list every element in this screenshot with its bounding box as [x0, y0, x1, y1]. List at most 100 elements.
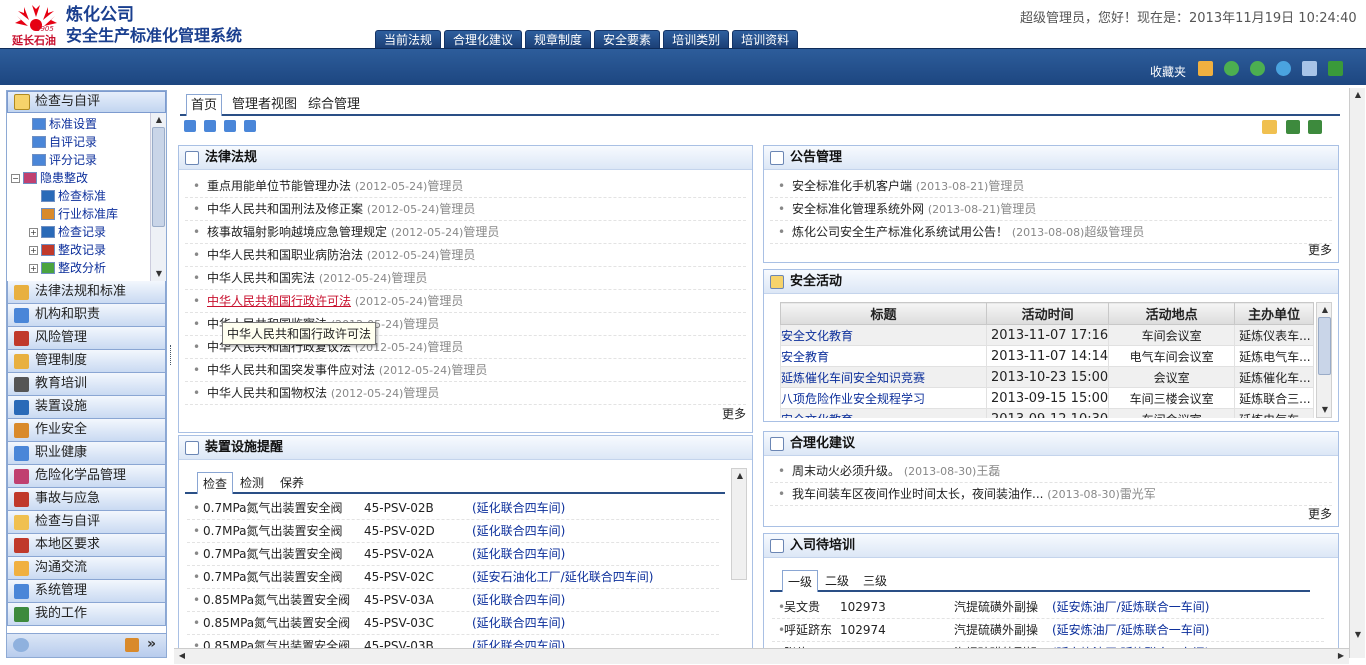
- collapse-icon[interactable]: [185, 440, 199, 455]
- expand-icon[interactable]: +: [29, 245, 38, 255]
- tree-node[interactable]: + 整改记录: [7, 241, 166, 259]
- tree-node[interactable]: 检查标准: [7, 187, 166, 205]
- notice-more-link[interactable]: 更多: [1308, 241, 1332, 258]
- tree-node[interactable]: + 检查记录: [7, 223, 166, 241]
- equipment-row[interactable]: 0.7MPa氮气出装置安全阀 45-PSV-02A (延化联合四车间): [187, 543, 719, 566]
- list-item[interactable]: 中华人民共和国刑法及修正案 (2012-05-24)管理员: [185, 198, 746, 221]
- left-menu-item[interactable]: 沟通交流: [7, 557, 166, 580]
- refresh-icon[interactable]: [1276, 61, 1291, 76]
- left-menu-item[interactable]: 检查与自评: [7, 511, 166, 534]
- tab-level-3[interactable]: 三级: [858, 570, 892, 592]
- logout-icon[interactable]: [1328, 61, 1343, 76]
- table-row[interactable]: 延炼催化车间安全知识竞赛 2013-10-23 15:00 会议室 延炼催化车...: [780, 366, 1314, 388]
- activity-title-link[interactable]: 延炼催化车间安全知识竞赛: [780, 366, 987, 388]
- table-row[interactable]: 安全文化教育 2013-11-07 17:16 车间会议室 延炼仪表车...: [780, 324, 1314, 346]
- left-menu-item[interactable]: 事故与应急: [7, 488, 166, 511]
- col-place[interactable]: 活动地点: [1108, 302, 1236, 325]
- list-item[interactable]: 中华人民共和国物权法 (2012-05-24)管理员: [185, 382, 746, 405]
- tab-manager-view[interactable]: 管理者视图: [228, 94, 301, 116]
- list-item-title[interactable]: 周末动火必须升级。: [792, 464, 900, 478]
- left-menu-item[interactable]: 教育培训: [7, 373, 166, 396]
- scroll-left-icon[interactable]: ◀: [174, 649, 190, 663]
- list-item[interactable]: 中华人民共和国职业病防治法 (2012-05-24)管理员: [185, 244, 746, 267]
- tree-node[interactable]: 标准设置: [7, 115, 166, 133]
- activity-title-link[interactable]: 安全文化教育: [780, 408, 987, 418]
- left-menu-item[interactable]: 本地区要求: [7, 534, 166, 557]
- home-icon[interactable]: [1198, 61, 1213, 76]
- scroll-up-icon[interactable]: ▲: [1317, 303, 1333, 317]
- tab-home[interactable]: 首页: [186, 94, 223, 116]
- training-row[interactable]: 呼延跻东 102974 汽提硫磺外副操 (延安炼油厂/延炼联合一车间): [772, 619, 1324, 642]
- tree-scrollbar[interactable]: ▲ ▼: [150, 113, 166, 281]
- scroll-right-icon[interactable]: ▶: [1333, 649, 1349, 663]
- page-horizontal-scrollbar[interactable]: ◀ ▶: [174, 648, 1349, 664]
- equipment-org-link[interactable]: (延化联合四车间): [472, 497, 565, 519]
- col-title[interactable]: 标题: [780, 302, 987, 325]
- collapse-icon[interactable]: [185, 150, 199, 165]
- table-row[interactable]: 八项危险作业安全规程学习 2013-09-15 15:00 车间三楼会议室 延炼联合三…: [780, 387, 1314, 409]
- col-host[interactable]: 主办单位: [1234, 302, 1314, 325]
- list-item[interactable]: 中华人民共和国宪法 (2012-05-24)管理员: [185, 267, 746, 290]
- expand-chevron-icon[interactable]: »: [147, 636, 156, 652]
- list-item[interactable]: 中华人民共和国行政许可法 (2012-05-24)管理员: [185, 290, 746, 313]
- tree-node[interactable]: 行业标准库: [7, 205, 166, 223]
- equipment-org-link[interactable]: (延化联合四车间): [472, 612, 565, 634]
- collapse-icon[interactable]: [770, 538, 784, 553]
- list-item-title[interactable]: 核事故辐射影响越境应急管理规定: [207, 225, 387, 239]
- tab-maintain[interactable]: 保养: [275, 472, 309, 494]
- tab-level-1[interactable]: 一级: [782, 570, 819, 592]
- dropdown-icon[interactable]: [224, 120, 236, 132]
- top-nav-safety-elements[interactable]: 安全要素: [594, 30, 661, 48]
- table-row[interactable]: 安全教育 2013-11-07 14:14 电气车间会议室 延炼电气车...: [780, 345, 1314, 367]
- equipment-scrollbar[interactable]: ▲: [731, 468, 747, 580]
- new-folder-icon[interactable]: [1262, 120, 1277, 134]
- top-nav-training-material[interactable]: 培训资料: [732, 30, 799, 48]
- equipment-row[interactable]: 0.7MPa氮气出装置安全阀 45-PSV-02C (延安石油化工厂/延化联合四车间…: [187, 566, 719, 589]
- equipment-org-link[interactable]: (延安石油化工厂/延化联合四车间): [472, 566, 653, 588]
- image-view-icon[interactable]: [1308, 120, 1322, 134]
- expand-icon[interactable]: +: [29, 263, 38, 273]
- config-icon[interactable]: [244, 120, 256, 132]
- scroll-up-icon[interactable]: ▲: [732, 469, 748, 483]
- training-row[interactable]: 吴文贵 102973 汽提硫磺外副操 (延安炼油厂/延炼联合一车间): [772, 596, 1324, 619]
- list-item[interactable]: 核事故辐射影响越境应急管理规定 (2012-05-24)管理员: [185, 221, 746, 244]
- top-nav-suggestions[interactable]: 合理化建议: [444, 30, 523, 48]
- briefcase-icon[interactable]: [125, 638, 139, 652]
- tree-scroll-thumb[interactable]: [152, 127, 165, 227]
- tree-node[interactable]: 自评记录: [7, 133, 166, 151]
- equipment-org-link[interactable]: (延化联合四车间): [472, 589, 565, 611]
- list-item-title[interactable]: 我车间装车区夜间作业时间太长，夜间装油作...: [792, 487, 1043, 501]
- list-item-title[interactable]: 中华人民共和国宪法: [207, 271, 315, 285]
- expand-icon[interactable]: +: [29, 227, 38, 237]
- list-item-title[interactable]: 安全标准化手机客户端: [792, 179, 912, 193]
- scroll-up-icon[interactable]: ▲: [1350, 88, 1366, 102]
- left-menu-item[interactable]: 职业健康: [7, 442, 166, 465]
- scroll-down-icon[interactable]: ▼: [1317, 403, 1333, 417]
- list-item-title[interactable]: 中华人民共和国职业病防治法: [207, 248, 363, 262]
- list-item[interactable]: 炼化公司安全生产标准化系统试用公告！ (2013-08-08)超级管理员: [770, 221, 1332, 244]
- activity-title-link[interactable]: 安全教育: [780, 345, 987, 367]
- left-menu-item[interactable]: 我的工作: [7, 603, 166, 626]
- suggestion-more-link[interactable]: 更多: [1308, 505, 1332, 522]
- left-menu-item[interactable]: 作业安全: [7, 419, 166, 442]
- equipment-row[interactable]: 0.7MPa氮气出装置安全阀 45-PSV-02D (延化联合四车间): [187, 520, 719, 543]
- top-nav-regulations[interactable]: 规章制度: [525, 30, 592, 48]
- list-item[interactable]: 我车间装车区夜间作业时间太长，夜间装油作... (2013-08-30)雷光军: [770, 483, 1332, 506]
- export-excel-icon[interactable]: [1286, 120, 1300, 134]
- scroll-down-icon[interactable]: ▼: [151, 267, 166, 281]
- activity-scroll-thumb[interactable]: [1318, 317, 1331, 375]
- scroll-down-icon[interactable]: ▼: [1350, 628, 1366, 642]
- trainee-org-link[interactable]: (延安炼油厂/延炼联合一车间): [1052, 596, 1209, 618]
- settings-wrench-icon[interactable]: [1302, 61, 1317, 76]
- left-menu-item[interactable]: 管理制度: [7, 350, 166, 373]
- list-item[interactable]: 安全标准化手机客户端 (2013-08-21)管理员: [770, 175, 1332, 198]
- list-item-title[interactable]: 安全标准化管理系统外网: [792, 202, 924, 216]
- scroll-up-icon[interactable]: ▲: [151, 113, 166, 127]
- list-item-title[interactable]: 中华人民共和国行政许可法: [207, 294, 351, 308]
- tree-node[interactable]: − 隐患整改: [7, 169, 166, 187]
- activity-title-link[interactable]: 八项危险作业安全规程学习: [780, 387, 987, 409]
- left-menu-item[interactable]: 系统管理: [7, 580, 166, 603]
- left-menu-item[interactable]: 法律法规和标准: [7, 281, 166, 304]
- page-vertical-scrollbar[interactable]: ▲ ▼: [1349, 88, 1365, 658]
- top-nav-training-category[interactable]: 培训类别: [663, 30, 730, 48]
